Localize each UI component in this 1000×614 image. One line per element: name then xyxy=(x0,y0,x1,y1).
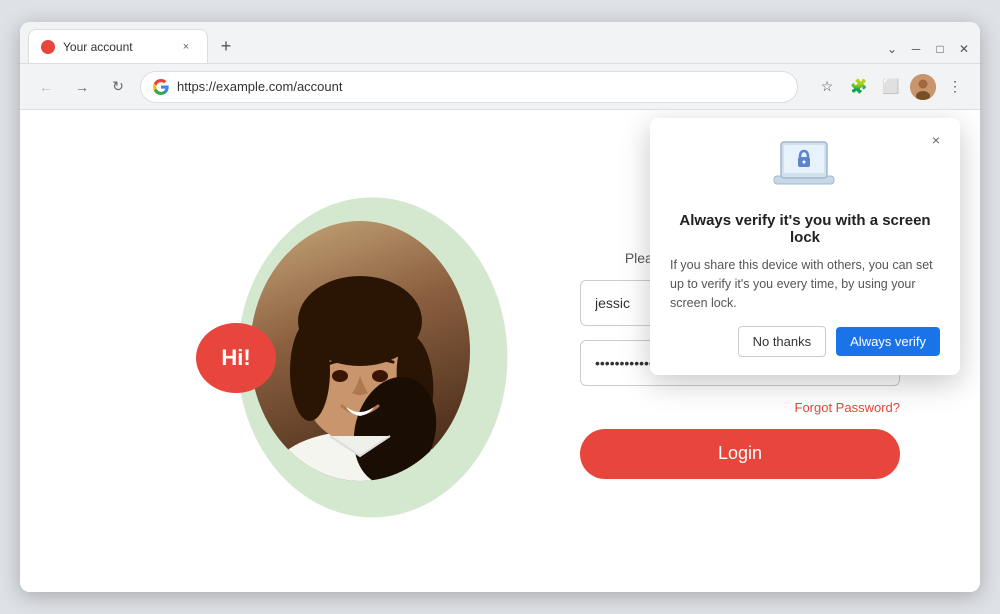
refresh-button[interactable]: ↻ xyxy=(104,73,132,101)
no-thanks-button[interactable]: No thanks xyxy=(738,326,827,357)
chevron-down-icon[interactable]: ⌄ xyxy=(884,41,900,57)
bookmark-icon[interactable]: ☆ xyxy=(814,74,840,100)
address-input-wrap[interactable]: https://example.com/account xyxy=(140,71,798,103)
popup-title: Always verify it's you with a screen loc… xyxy=(670,212,940,246)
tab-title: Your account xyxy=(63,40,169,54)
avatar-image xyxy=(910,74,936,100)
maximize-button[interactable]: □ xyxy=(932,41,948,57)
minimize-button[interactable]: ─ xyxy=(908,41,924,57)
laptop-screen-lock-icon xyxy=(769,138,839,193)
title-bar: Your account × + ⌄ ─ □ ✕ xyxy=(20,22,980,64)
extensions-icon[interactable]: 🧩 xyxy=(846,74,872,100)
address-bar-icons: ☆ 🧩 ⬜ ⋮ xyxy=(814,74,968,100)
window-controls: ⌄ ─ □ ✕ xyxy=(884,41,972,57)
address-bar: ← → ↻ https://example.com/account ☆ 🧩 ⬜ xyxy=(20,64,980,110)
popup-icon-wrap xyxy=(769,138,841,198)
profile-avatar[interactable] xyxy=(910,74,936,100)
screen-lock-popup: × Always ve xyxy=(650,118,960,375)
popup-buttons: No thanks Always verify xyxy=(670,326,940,357)
browser-tab[interactable]: Your account × xyxy=(28,29,208,63)
page-content: Hi! xyxy=(20,110,980,592)
new-tab-button[interactable]: + xyxy=(212,32,240,60)
popup-close-button[interactable]: × xyxy=(924,128,948,152)
popup-description: If you share this device with others, yo… xyxy=(670,256,940,312)
tab-close-button[interactable]: × xyxy=(177,38,195,56)
google-logo-icon xyxy=(153,79,169,95)
always-verify-button[interactable]: Always verify xyxy=(836,327,940,356)
forward-button[interactable]: → xyxy=(68,73,96,101)
tab-favicon xyxy=(41,40,55,54)
browser-window: Your account × + ⌄ ─ □ ✕ ← → ↻ https://e… xyxy=(20,22,980,592)
url-text: https://example.com/account xyxy=(177,79,785,94)
popup-overlay: × Always ve xyxy=(20,110,980,592)
menu-icon[interactable]: ⋮ xyxy=(942,74,968,100)
back-button[interactable]: ← xyxy=(32,73,60,101)
split-screen-icon[interactable]: ⬜ xyxy=(878,74,904,100)
close-window-button[interactable]: ✕ xyxy=(956,41,972,57)
